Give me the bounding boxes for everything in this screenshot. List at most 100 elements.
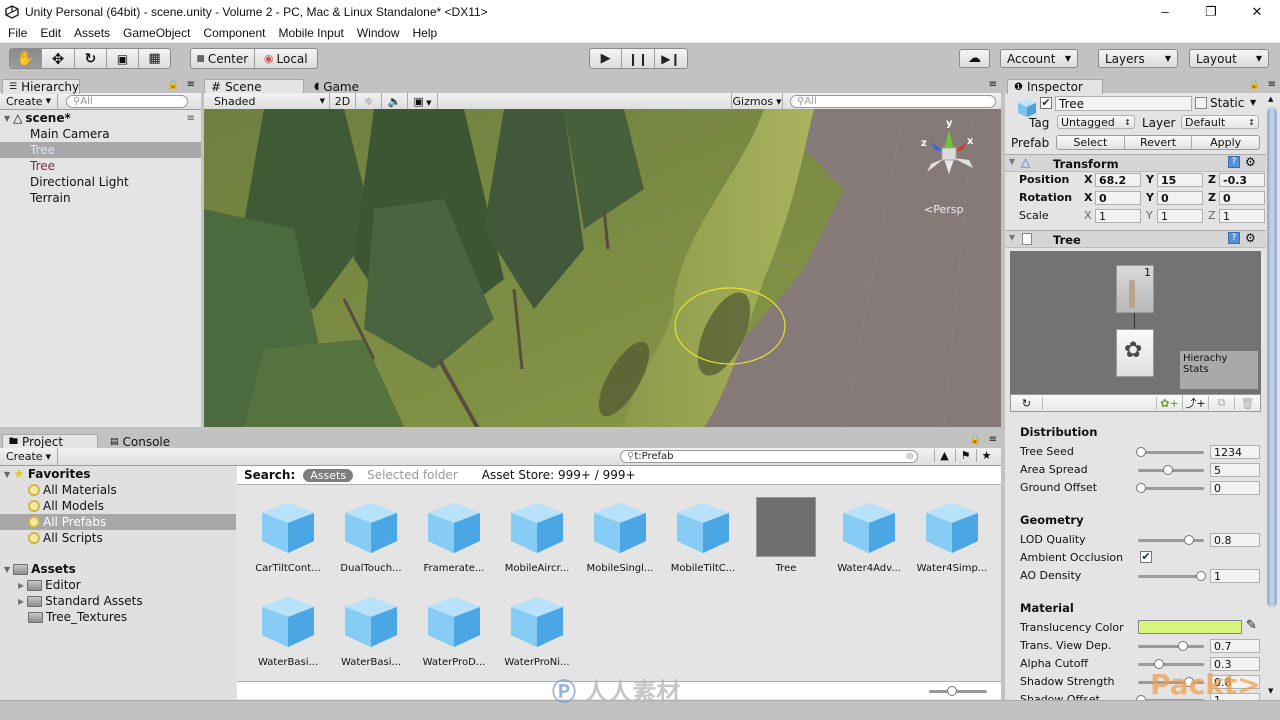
axis-y-label[interactable]: Y <box>1146 173 1154 186</box>
lock-icon[interactable]: 🔒 <box>970 435 981 445</box>
static-dropdown-icon[interactable]: ▼ <box>1250 98 1256 107</box>
ambient-occlusion-checkbox[interactable]: ✔ <box>1140 551 1152 563</box>
scene-viewport[interactable]: y x z <Persp <box>204 109 1001 427</box>
close-button[interactable]: ✕ <box>1234 0 1280 23</box>
trans-view-dep--slider[interactable] <box>1138 641 1204 651</box>
slider-knob[interactable] <box>1163 465 1173 475</box>
pause-button[interactable]: ❙❙ <box>622 49 655 68</box>
hierarchy-item[interactable]: Tree <box>0 158 201 174</box>
shading-mode-dropdown[interactable]: Shaded ▼ <box>204 92 330 110</box>
tag-dropdown[interactable]: Untagged ↕ <box>1057 115 1135 129</box>
asset-folder[interactable]: ▶ Editor <box>0 577 236 593</box>
tree-seed-input[interactable]: 1234 <box>1210 445 1260 459</box>
menu-mobile-input[interactable]: Mobile Input <box>270 26 348 40</box>
ground-offset-slider[interactable] <box>1136 483 1204 493</box>
asset-item[interactable]: Water4Adv... <box>829 497 909 574</box>
audio-toggle[interactable]: 🔈 <box>382 92 408 110</box>
tree-seed-slider[interactable] <box>1136 447 1204 457</box>
pivot-center-button[interactable]: ■ Center <box>191 49 255 68</box>
position-z-input[interactable]: -0.3 <box>1219 173 1265 187</box>
transform-header[interactable]: ▼ △ Transform ? ⚙ <box>1005 154 1267 172</box>
tree-leaf-node[interactable]: ✿ <box>1116 329 1154 377</box>
asset-item[interactable]: WaterProD... <box>414 591 494 668</box>
tree-component-header[interactable]: ▼ Tree ? ⚙ <box>1005 230 1267 248</box>
projection-toggle[interactable]: <Persp <box>924 203 963 216</box>
position-y-input[interactable]: 15 <box>1157 173 1203 187</box>
panel-menu-icon[interactable]: ≡ <box>1268 79 1276 90</box>
menu-edit[interactable]: Edit <box>32 26 66 40</box>
hierarchy-item[interactable]: Main Camera <box>0 126 201 142</box>
expand-arrow-icon[interactable]: ▼ <box>1009 157 1015 166</box>
rotation-x-input[interactable]: 0 <box>1095 191 1141 205</box>
clear-search-icon[interactable]: ⊗ <box>906 451 914 462</box>
scrollbar-thumb[interactable] <box>1267 107 1277 607</box>
axis-y-label[interactable]: Y <box>1146 209 1153 222</box>
hierarchy-item[interactable]: Directional Light <box>0 174 201 190</box>
hierarchy-create-button[interactable]: Create ▼ <box>0 92 58 110</box>
asset-item[interactable]: MobileTiltC... <box>663 497 743 574</box>
panel-menu-icon[interactable]: ≡ <box>187 79 195 90</box>
add-branch-group-icon[interactable]: ⤴+ <box>1182 395 1208 411</box>
collapse-arrow-icon[interactable]: ▶ <box>18 597 24 606</box>
gizmos-dropdown[interactable]: Gizmos ▼ <box>731 93 783 110</box>
ao-density-slider[interactable] <box>1138 571 1206 581</box>
layers-dropdown[interactable]: Layers ▼ <box>1098 49 1178 68</box>
layout-dropdown[interactable]: Layout ▼ <box>1189 49 1269 68</box>
trans-view-dep--input[interactable]: 0.7 <box>1210 639 1260 653</box>
rect-tool-button[interactable]: ▦ <box>139 49 170 68</box>
menu-help[interactable]: Help <box>405 26 443 40</box>
area-spread-input[interactable]: 5 <box>1210 463 1260 477</box>
asset-item[interactable]: Water4Simp... <box>912 497 992 574</box>
favorite-star-icon[interactable]: ★ <box>976 449 996 462</box>
alpha-cutoff-slider[interactable] <box>1138 659 1204 669</box>
scene-root[interactable]: ▼ △ scene* ≡ <box>0 110 201 126</box>
asset-item[interactable]: CarTiltCont... <box>248 497 328 574</box>
tab-inspector[interactable]: ❶ Inspector <box>1007 79 1103 94</box>
scale-z-input[interactable]: 1 <box>1219 209 1265 223</box>
assets-header[interactable]: ▼ Assets <box>0 561 236 577</box>
translucency-color-swatch[interactable] <box>1138 620 1242 634</box>
lod-quality-input[interactable]: 0.8 <box>1210 533 1260 547</box>
asset-store-count[interactable]: Asset Store: 999+ / 999+ <box>482 468 636 482</box>
position-x-input[interactable]: 68.2 <box>1095 173 1141 187</box>
filter-by-type-icon[interactable]: ▲ <box>934 449 954 462</box>
tab-hierarchy[interactable]: ☰ Hierarchy <box>2 79 80 94</box>
favorite-item-selected[interactable]: All Prefabs <box>0 514 236 530</box>
gear-icon[interactable]: ⚙ <box>1245 231 1256 245</box>
delete-icon[interactable]: 🗑 <box>1234 396 1260 410</box>
expand-arrow-icon[interactable]: ▼ <box>4 470 10 479</box>
axis-z-label[interactable]: Z <box>1208 191 1216 204</box>
axis-x-label[interactable]: X <box>1084 191 1092 204</box>
cloud-button[interactable]: ☁ <box>959 49 990 68</box>
lighting-toggle[interactable]: ☼ <box>356 92 382 110</box>
static-checkbox[interactable] <box>1195 97 1207 109</box>
rotate-tool-button[interactable]: ↻ <box>75 49 107 68</box>
slider-knob[interactable] <box>1184 535 1194 545</box>
scale-tool-button[interactable]: ▣ <box>107 49 139 68</box>
lock-icon[interactable]: 🔒 <box>168 80 179 90</box>
slider-knob[interactable] <box>1196 571 1206 581</box>
scale-x-input[interactable]: 1 <box>1095 209 1141 223</box>
active-checkbox[interactable]: ✔ <box>1040 97 1052 109</box>
rotation-z-input[interactable]: 0 <box>1219 191 1265 205</box>
slider-knob[interactable] <box>1136 483 1146 493</box>
hand-tool-button[interactable]: ✋ <box>10 49 42 68</box>
restore-button[interactable]: ❐ <box>1188 0 1234 23</box>
panel-menu-icon[interactable]: ≡ <box>989 434 997 445</box>
help-icon[interactable]: ? <box>1228 156 1240 168</box>
hierarchy-item[interactable]: Terrain <box>0 190 201 206</box>
asset-item[interactable]: MobileSingl... <box>580 497 660 574</box>
axis-x-label[interactable]: X <box>1084 173 1092 186</box>
slider-knob[interactable] <box>947 686 958 696</box>
menu-gameobject[interactable]: GameObject <box>115 26 195 40</box>
axis-y-label[interactable]: Y <box>1146 191 1154 204</box>
area-spread-slider[interactable] <box>1138 465 1204 475</box>
scope-assets-button[interactable]: Assets <box>303 468 354 482</box>
play-button[interactable]: ▶ <box>590 49 623 68</box>
move-tool-button[interactable]: ✥ <box>42 49 75 68</box>
scene-menu-icon[interactable]: ≡ <box>187 113 195 124</box>
asset-item[interactable]: WaterBasi... <box>248 591 328 668</box>
scroll-up-icon[interactable]: ▲ <box>1268 95 1273 103</box>
asset-item[interactable]: MobileAircr... <box>497 497 577 574</box>
account-dropdown[interactable]: Account ▼ <box>1000 49 1078 68</box>
